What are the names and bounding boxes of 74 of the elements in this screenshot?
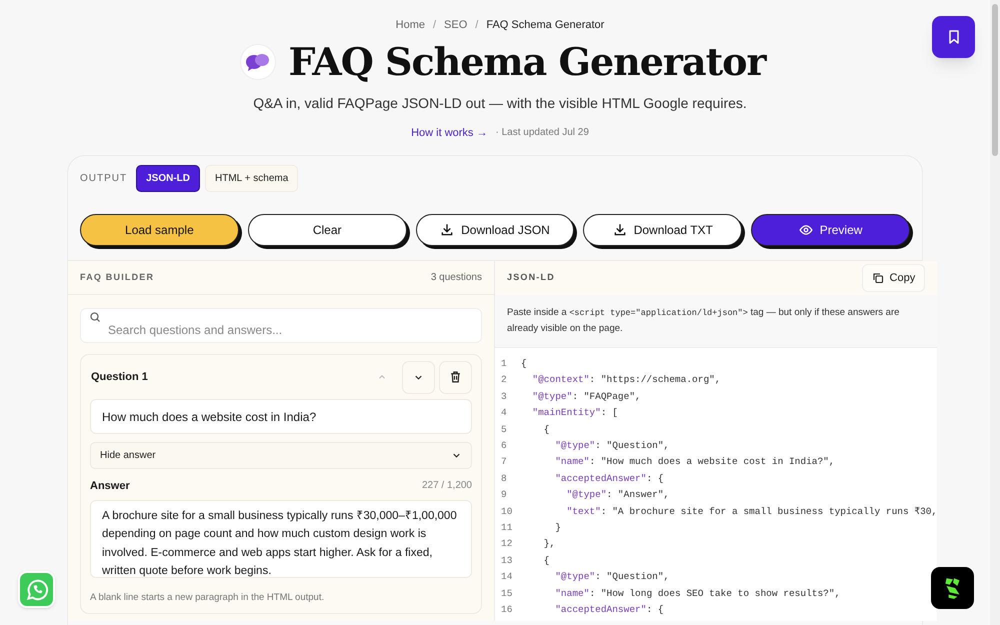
action-button[interactable]: Download TXT: [583, 214, 742, 246]
bookmark-button[interactable]: [932, 16, 975, 58]
line-number: 2: [500, 373, 508, 388]
trash-icon: [449, 370, 462, 384]
line-number: 9: [500, 488, 508, 502]
code-line: "text": "A brochure site for a small business typically runs ₹30,: [566, 504, 938, 519]
character-counter: 227 / 1,200: [422, 479, 472, 493]
panel-title: JSON-LD: [507, 271, 555, 284]
code-line: "mainEntity": [: [531, 406, 618, 420]
last-updated: · Last updated Jul 29: [496, 126, 589, 140]
question-label: Question 1: [90, 370, 149, 385]
output-tab[interactable]: HTML + schema: [205, 165, 298, 192]
chat-bubbles-icon: [245, 52, 272, 72]
line-number: 1: [500, 357, 508, 372]
code-line: "name": "How long does SEO take to show results?",: [554, 586, 840, 601]
code-line: }: [554, 520, 561, 535]
usage-note: Paste inside a <script type="application/ld+json"> tag — but only if these answers are already visible on the page.: [495, 295, 938, 348]
app-logo-button[interactable]: [931, 567, 974, 609]
line-number: 11: [500, 520, 514, 535]
code-line: "@type": "Question",: [554, 570, 670, 584]
delete-button[interactable]: [439, 360, 472, 394]
copy-icon: [872, 272, 884, 284]
code-line: "acceptedAnswer": {: [554, 602, 664, 617]
line-number: 8: [500, 472, 508, 486]
question-count: 3 questions: [430, 271, 482, 285]
line-number: 13: [500, 554, 514, 568]
code-line: },: [542, 537, 556, 552]
scrollbar-thumb[interactable]: [992, 4, 998, 156]
line-number: 16: [500, 602, 514, 617]
action-button[interactable]: Download JSON: [416, 214, 574, 246]
output-label: OUTPUT: [80, 172, 128, 186]
breadcrumb-separator: /: [475, 18, 478, 33]
action-button[interactable]: Clear: [248, 214, 407, 246]
search-field[interactable]: Search questions and answers...: [80, 308, 482, 343]
download-icon: [440, 223, 454, 237]
breadcrumb-separator: /: [432, 18, 436, 33]
code-line: "acceptedAnswer": {: [554, 472, 664, 486]
code-line: "name": "How much does a website cost in India?",: [554, 455, 835, 470]
code-line: "@type": "Question",: [554, 439, 670, 454]
code-line: {: [520, 357, 527, 372]
output-tab[interactable]: JSON-LD: [136, 165, 200, 192]
page-title: FAQ Schema Generator: [288, 38, 766, 86]
code-line: {: [542, 554, 550, 568]
copy-button[interactable]: Copy: [862, 264, 926, 292]
hint-text: A blank line starts a new paragraph in the HTML output.: [90, 590, 326, 604]
breadcrumb-link[interactable]: Home: [396, 17, 425, 34]
subtitle: Q&A in, valid FAQPage JSON-LD out — with the visible HTML Google requires.: [253, 94, 747, 113]
eye-icon: [798, 223, 813, 237]
line-number: 12: [500, 537, 514, 552]
code-line: "@type": "Answer",: [566, 488, 670, 502]
line-number: 6: [500, 439, 508, 454]
line-number: 3: [500, 390, 508, 404]
line-number: 7: [500, 455, 508, 470]
current-page-label: FAQ Schema Generator: [486, 18, 604, 33]
line-number: 4: [500, 406, 508, 420]
action-button[interactable]: Load sample: [80, 214, 239, 246]
line-number: 10: [500, 504, 514, 519]
code-line: "@context": "https://schema.org",: [531, 373, 721, 388]
line-number: 14: [500, 570, 514, 584]
answer-textarea[interactable]: A brochure site for a small business typically runs ₹30,000–₹1,00,000 depending on page count and how much custom design work is involved. E-commerce and web apps start higher. Ask for a fixed, written quote before work begins.: [90, 500, 472, 578]
question-input[interactable]: How much does a website cost in India?: [90, 399, 472, 434]
download-icon: [612, 223, 627, 237]
hide-answer-toggle[interactable]: Hide answer: [90, 442, 472, 469]
action-button[interactable]: Preview: [751, 214, 910, 246]
line-number: 15: [500, 586, 514, 601]
breadcrumb-link[interactable]: SEO: [444, 17, 468, 34]
search-icon: [89, 311, 101, 323]
chat-app-button[interactable]: [18, 571, 55, 608]
answer-label: Answer: [90, 479, 130, 494]
how-it-works-link[interactable]: How it works →: [411, 124, 488, 141]
panel-title: FAQ BUILDER: [80, 270, 154, 284]
line-number: 5: [500, 422, 508, 437]
code-line: "@type": "FAQPage",: [531, 390, 641, 404]
code-line: {: [542, 422, 550, 437]
